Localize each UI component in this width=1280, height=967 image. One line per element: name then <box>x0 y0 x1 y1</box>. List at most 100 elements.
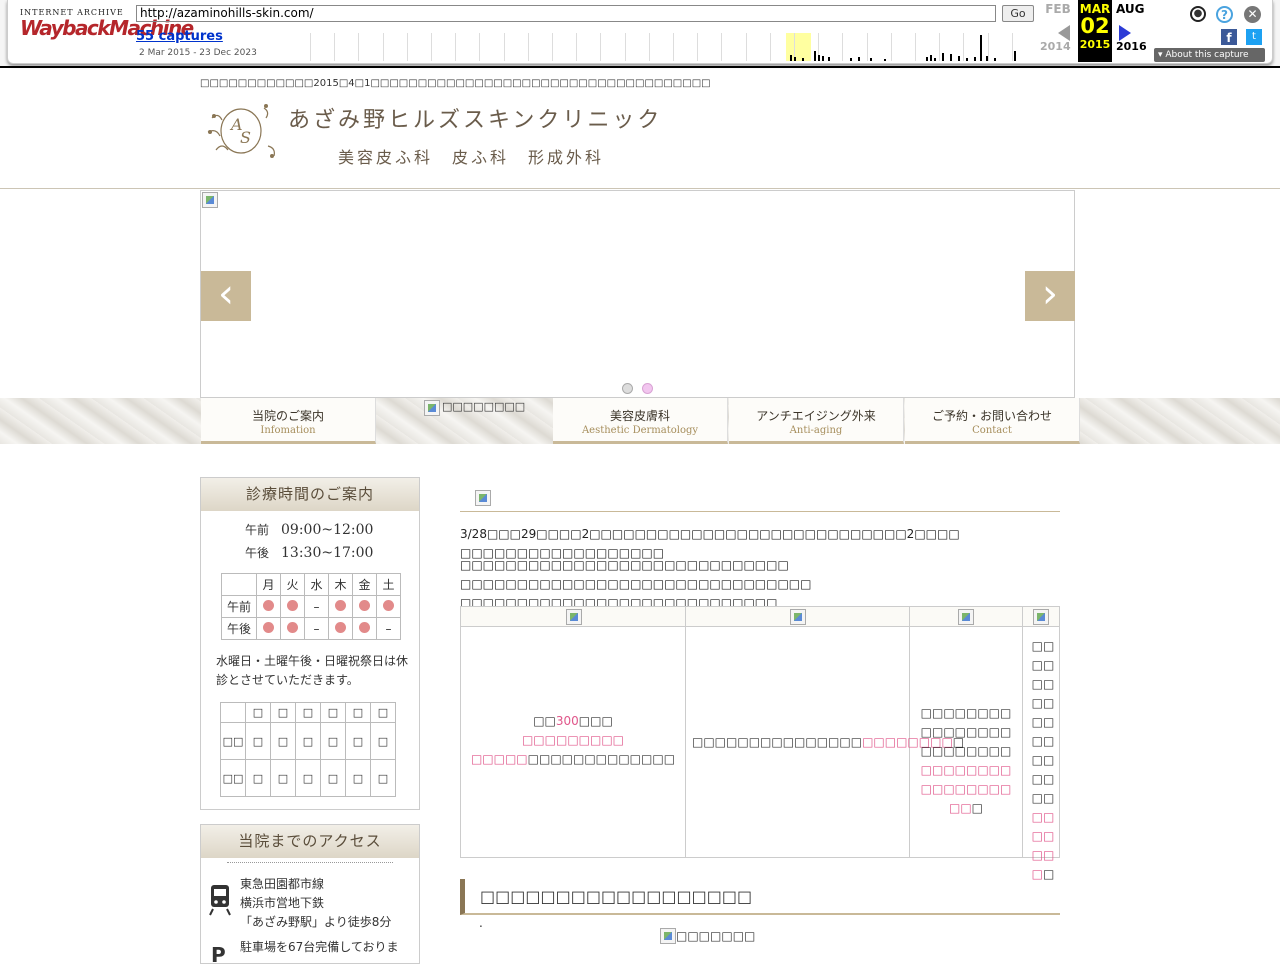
sparkline-year-divider <box>624 33 626 61</box>
nav-aesthetic-en: Aesthetic Dermatology <box>581 425 699 436</box>
access-box: 当院までのアクセス 東急田園都市線 横浜市営地下鉄 「あざみ野駅」より徒歩8分 … <box>200 824 420 967</box>
sparkline-year-divider <box>310 33 311 61</box>
section-dot: . <box>479 916 483 930</box>
nav-contact-en: Contact <box>972 425 1012 436</box>
clinic-logo-icon[interactable]: A S <box>204 98 284 168</box>
nav-contact[interactable]: ご予約・お問い合わせ Contact <box>905 398 1080 444</box>
sparkline-year-divider <box>890 33 892 61</box>
schedule2-cell: □ <box>245 722 271 760</box>
sparkline-bar <box>818 55 820 61</box>
sparkline-year-divider <box>939 33 941 61</box>
row-am-label: 午前 <box>221 595 257 618</box>
cell1-rest: □□□□□□□□□□□□□ <box>527 752 676 766</box>
schedule2-cell: □ <box>370 722 396 760</box>
schedule-header-row: 月 火 水 木 金 土 <box>221 573 401 596</box>
wayback-logo[interactable]: INTERNET ARCHIVE WaybackMachine <box>20 8 194 40</box>
twitter-icon[interactable]: t <box>1246 29 1262 45</box>
go-button[interactable]: Go <box>1002 5 1034 22</box>
prev-year: 2014 <box>1040 40 1071 53</box>
next-month: AUG <box>1116 2 1145 16</box>
captures-link[interactable]: 55 captures <box>136 29 223 44</box>
feature-cell-3: □□□□□□□□□□□□□□□□□□□□□□□□□□□□□□□□□□□□□□□□… <box>910 607 1023 857</box>
nav-contact-jp: ご予約・お問い合わせ <box>931 409 1052 423</box>
feature-cell-1-header <box>461 607 685 627</box>
capture-range: 2 Mar 2015 - 23 Dec 2023 <box>139 48 257 58</box>
hours-box: 診療時間のご案内 午前 09:00~12:00 午後 13:30~17:00 月 火… <box>200 477 420 810</box>
train-icon <box>209 885 231 916</box>
header-divider <box>0 188 1280 189</box>
section-broken-image-icon <box>660 928 676 944</box>
next-capture[interactable]: AUG 2016 <box>1116 2 1152 53</box>
open-mark <box>256 617 281 640</box>
nav-information[interactable]: 当院のご案内 Infomation <box>201 398 376 444</box>
am-hours: 午前 09:00~12:00 <box>245 521 419 538</box>
sparkline-bar <box>974 57 976 61</box>
schedule2-head: □ <box>345 702 371 723</box>
schedule2-cell: □ <box>320 759 346 797</box>
access-divider <box>227 862 393 863</box>
access-title: 当院までのアクセス <box>201 825 419 858</box>
sparkline-bar <box>926 57 928 61</box>
current-capture: MAR 02 2015 <box>1078 0 1112 62</box>
sparkline-year-divider <box>479 33 481 61</box>
slider-dot-2[interactable] <box>642 383 653 394</box>
sparkline-year-divider <box>576 33 578 61</box>
row-pm-label: 午後 <box>221 617 257 640</box>
nav-antiaging[interactable]: アンチエイジング外来 Anti-aging <box>729 398 904 444</box>
sparkline-year-divider <box>963 33 965 61</box>
sparkline-year-divider <box>673 33 674 61</box>
facebook-icon[interactable]: f <box>1221 29 1237 45</box>
schedule-pm-row: 午後 – – <box>221 617 401 640</box>
closed-note: 水曜日・土曜午後・日曜祝祭日は休診とさせていただきます。 <box>216 654 409 687</box>
open-mark <box>352 617 377 640</box>
help-icon[interactable]: ? <box>1216 6 1233 23</box>
close-icon[interactable]: ✕ <box>1244 6 1261 23</box>
sparkline-bar <box>790 55 792 61</box>
schedule2-head: □ <box>245 702 271 723</box>
train-line-1: 東急田園都市線 <box>240 877 325 891</box>
cell1-post: □□□ <box>578 714 613 728</box>
section-image-alt: □□□□□□□ <box>676 929 756 943</box>
sparkline-bar <box>958 56 960 61</box>
url-input[interactable]: http://azaminohills-skin.com/ <box>136 5 996 22</box>
open-mark <box>280 617 305 640</box>
cell4-pre: □□□□□□□□□□□□□□□□□□ <box>1031 639 1055 805</box>
notice-text: □□□□□□□□□□□□2015□4□1□□□□□□□□□□□□□□□□□□□□… <box>200 78 711 89</box>
day-fri: 金 <box>352 573 377 596</box>
schedule2-cell: □ <box>295 759 321 797</box>
slider-next-button[interactable]: › <box>1025 271 1075 321</box>
open-mark <box>352 595 377 618</box>
feature-4-broken-image-icon <box>1033 609 1049 625</box>
about-label: About this capture <box>1165 50 1249 60</box>
feature-cell-1: □□300□□□ □□□□□□□□□ □□□□□□□□□□□□□□□□□□ <box>461 607 686 857</box>
sparkline-bar <box>884 59 886 61</box>
sparkline-bar <box>802 58 804 61</box>
sparkline-year-divider <box>697 33 699 61</box>
sparkline-bar <box>934 58 936 61</box>
schedule2-cell: □ <box>295 722 321 760</box>
content-top-divider <box>460 511 1060 512</box>
sparkline-year-divider <box>745 33 747 61</box>
prev-arrow-icon[interactable] <box>1058 25 1070 41</box>
sparkline-bar <box>1014 51 1016 61</box>
sparkline-bar <box>858 57 860 61</box>
am-label: 午前 <box>245 523 270 537</box>
capture-sparkline[interactable] <box>310 33 1036 61</box>
nav-information-jp: 当院のご案内 <box>251 409 324 423</box>
nav-broken-item[interactable]: □□□□□□□□ <box>376 398 552 444</box>
schedule-corner <box>221 573 257 596</box>
slider-prev-button[interactable]: ‹ <box>201 271 251 321</box>
about-capture-button[interactable]: ▾ About this capture <box>1154 48 1265 62</box>
slider-dot-1[interactable] <box>622 383 633 394</box>
pm-hours: 午後 13:30~17:00 <box>245 544 419 561</box>
main-slider[interactable]: ‹ › <box>200 190 1075 398</box>
day-mon: 月 <box>256 573 281 596</box>
sparkline-year-divider <box>406 33 408 61</box>
day-sat: 土 <box>376 573 401 596</box>
sparkline-bar <box>942 53 944 61</box>
nav-aesthetic[interactable]: 美容皮膚科 Aesthetic Dermatology <box>553 398 728 444</box>
clinic-name[interactable]: あざみ野ヒルズスキンクリニック <box>288 102 662 134</box>
schedule-am-row: 午前 – <box>221 595 401 618</box>
schedule2-row-1: □□ □ □ □ □ □ □ <box>220 722 396 760</box>
account-icon[interactable]: ● <box>1190 6 1206 22</box>
